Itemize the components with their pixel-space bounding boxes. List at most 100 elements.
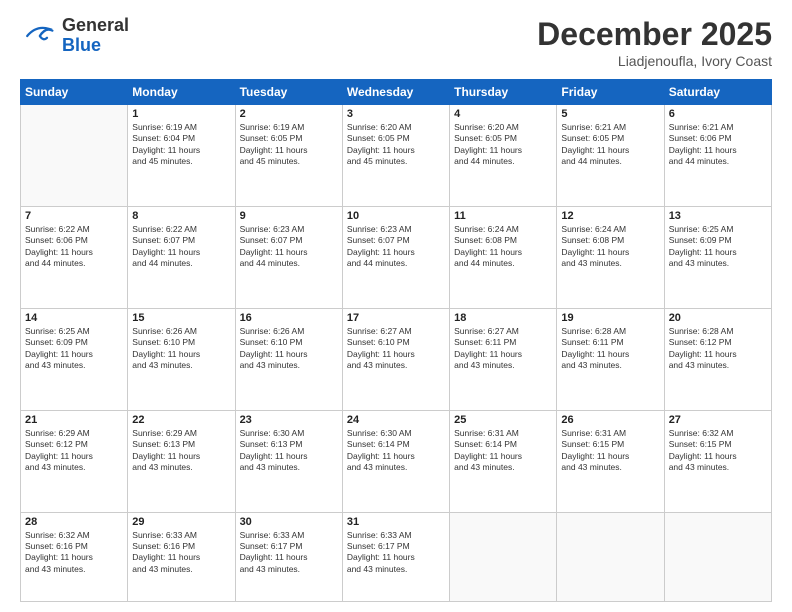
day-info: Sunrise: 6:27 AMSunset: 6:11 PMDaylight:… — [454, 326, 552, 372]
calendar-cell: 13 Sunrise: 6:25 AMSunset: 6:09 PMDayligh… — [664, 206, 771, 308]
day-number: 19 — [561, 312, 659, 324]
day-number: 22 — [132, 414, 230, 426]
day-info: Sunrise: 6:33 AMSunset: 6:17 PMDaylight:… — [347, 530, 445, 576]
calendar-cell: 5 Sunrise: 6:21 AMSunset: 6:05 PMDaylight… — [557, 105, 664, 207]
day-info: Sunrise: 6:28 AMSunset: 6:12 PMDaylight:… — [669, 326, 767, 372]
day-number: 5 — [561, 108, 659, 120]
calendar-cell: 30 Sunrise: 6:33 AMSunset: 6:17 PMDayligh… — [235, 512, 342, 602]
day-number: 17 — [347, 312, 445, 324]
calendar-cell — [450, 512, 557, 602]
day-header-saturday: Saturday — [664, 80, 771, 105]
day-info: Sunrise: 6:31 AMSunset: 6:14 PMDaylight:… — [454, 428, 552, 474]
day-number: 7 — [25, 210, 123, 222]
subtitle: Liadjenoufla, Ivory Coast — [537, 53, 772, 69]
day-info: Sunrise: 6:24 AMSunset: 6:08 PMDaylight:… — [454, 224, 552, 270]
day-number: 2 — [240, 108, 338, 120]
header: General Blue December 2025 Liadjenoufla,… — [20, 16, 772, 69]
calendar-cell: 1 Sunrise: 6:19 AMSunset: 6:04 PMDaylight… — [128, 105, 235, 207]
day-number: 20 — [669, 312, 767, 324]
calendar-cell: 9 Sunrise: 6:23 AMSunset: 6:07 PMDaylight… — [235, 206, 342, 308]
day-header-tuesday: Tuesday — [235, 80, 342, 105]
day-number: 25 — [454, 414, 552, 426]
calendar-cell: 25 Sunrise: 6:31 AMSunset: 6:14 PMDayligh… — [450, 410, 557, 512]
day-number: 23 — [240, 414, 338, 426]
day-info: Sunrise: 6:20 AMSunset: 6:05 PMDaylight:… — [347, 122, 445, 168]
logo-icon — [20, 18, 56, 54]
logo-general: General — [62, 16, 129, 36]
day-info: Sunrise: 6:21 AMSunset: 6:05 PMDaylight:… — [561, 122, 659, 168]
day-number: 31 — [347, 516, 445, 528]
day-info: Sunrise: 6:19 AMSunset: 6:05 PMDaylight:… — [240, 122, 338, 168]
calendar-cell: 20 Sunrise: 6:28 AMSunset: 6:12 PMDayligh… — [664, 308, 771, 410]
day-info: Sunrise: 6:33 AMSunset: 6:17 PMDaylight:… — [240, 530, 338, 576]
day-info: Sunrise: 6:26 AMSunset: 6:10 PMDaylight:… — [132, 326, 230, 372]
day-number: 18 — [454, 312, 552, 324]
calendar-cell: 28Sunrise: 6:32 AMSunset: 6:16 PMDayligh… — [21, 512, 128, 602]
day-info: Sunrise: 6:33 AMSunset: 6:16 PMDaylight:… — [132, 530, 230, 576]
day-number: 30 — [240, 516, 338, 528]
calendar-cell: 17 Sunrise: 6:27 AMSunset: 6:10 PMDayligh… — [342, 308, 449, 410]
day-number: 26 — [561, 414, 659, 426]
day-info: Sunrise: 6:27 AMSunset: 6:10 PMDaylight:… — [347, 326, 445, 372]
day-header-thursday: Thursday — [450, 80, 557, 105]
day-number: 11 — [454, 210, 552, 222]
week-row-1: 7 Sunrise: 6:22 AMSunset: 6:06 PMDaylight… — [21, 206, 772, 308]
day-info: Sunrise: 6:22 AMSunset: 6:06 PMDaylight:… — [25, 224, 123, 270]
logo-text: General Blue — [62, 16, 129, 56]
calendar-cell: 22 Sunrise: 6:29 AMSunset: 6:13 PMDayligh… — [128, 410, 235, 512]
calendar-cell: 15 Sunrise: 6:26 AMSunset: 6:10 PMDayligh… — [128, 308, 235, 410]
day-number: 1 — [132, 108, 230, 120]
day-info: Sunrise: 6:32 AMSunset: 6:15 PMDaylight:… — [669, 428, 767, 474]
day-number: 6 — [669, 108, 767, 120]
calendar-header-row: SundayMondayTuesdayWednesdayThursdayFrid… — [21, 80, 772, 105]
day-info: Sunrise: 6:30 AMSunset: 6:14 PMDaylight:… — [347, 428, 445, 474]
day-header-sunday: Sunday — [21, 80, 128, 105]
day-number: 10 — [347, 210, 445, 222]
day-number: 15 — [132, 312, 230, 324]
logo: General Blue — [20, 16, 129, 56]
calendar-cell: 7 Sunrise: 6:22 AMSunset: 6:06 PMDaylight… — [21, 206, 128, 308]
calendar-cell: 11 Sunrise: 6:24 AMSunset: 6:08 PMDayligh… — [450, 206, 557, 308]
day-header-monday: Monday — [128, 80, 235, 105]
calendar-cell — [557, 512, 664, 602]
day-info: Sunrise: 6:24 AMSunset: 6:08 PMDaylight:… — [561, 224, 659, 270]
month-title: December 2025 — [537, 16, 772, 53]
calendar-cell: 26 Sunrise: 6:31 AMSunset: 6:15 PMDayligh… — [557, 410, 664, 512]
calendar-cell: 27 Sunrise: 6:32 AMSunset: 6:15 PMDayligh… — [664, 410, 771, 512]
calendar-cell: 16 Sunrise: 6:26 AMSunset: 6:10 PMDayligh… — [235, 308, 342, 410]
calendar-cell: 10Sunrise: 6:23 AMSunset: 6:07 PMDayligh… — [342, 206, 449, 308]
calendar-cell: 8Sunrise: 6:22 AMSunset: 6:07 PMDaylight… — [128, 206, 235, 308]
day-number: 13 — [669, 210, 767, 222]
week-row-4: 28Sunrise: 6:32 AMSunset: 6:16 PMDayligh… — [21, 512, 772, 602]
calendar-cell — [21, 105, 128, 207]
day-number: 8 — [132, 210, 230, 222]
page: General Blue December 2025 Liadjenoufla,… — [0, 0, 792, 612]
calendar-cell: 31 Sunrise: 6:33 AMSunset: 6:17 PMDayligh… — [342, 512, 449, 602]
calendar-cell: 4 Sunrise: 6:20 AMSunset: 6:05 PMDaylight… — [450, 105, 557, 207]
week-row-3: 21 Sunrise: 6:29 AMSunset: 6:12 PMDayligh… — [21, 410, 772, 512]
calendar-cell: 2 Sunrise: 6:19 AMSunset: 6:05 PMDaylight… — [235, 105, 342, 207]
calendar-cell: 19Sunrise: 6:28 AMSunset: 6:11 PMDayligh… — [557, 308, 664, 410]
day-info: Sunrise: 6:26 AMSunset: 6:10 PMDaylight:… — [240, 326, 338, 372]
day-info: Sunrise: 6:29 AMSunset: 6:12 PMDaylight:… — [25, 428, 123, 474]
day-number: 16 — [240, 312, 338, 324]
day-info: Sunrise: 6:30 AMSunset: 6:13 PMDaylight:… — [240, 428, 338, 474]
calendar-cell: 6Sunrise: 6:21 AMSunset: 6:06 PMDaylight… — [664, 105, 771, 207]
day-info: Sunrise: 6:25 AMSunset: 6:09 PMDaylight:… — [669, 224, 767, 270]
day-info: Sunrise: 6:31 AMSunset: 6:15 PMDaylight:… — [561, 428, 659, 474]
day-number: 14 — [25, 312, 123, 324]
day-info: Sunrise: 6:32 AMSunset: 6:16 PMDaylight:… — [25, 530, 123, 576]
day-number: 27 — [669, 414, 767, 426]
day-info: Sunrise: 6:20 AMSunset: 6:05 PMDaylight:… — [454, 122, 552, 168]
calendar-cell: 24Sunrise: 6:30 AMSunset: 6:14 PMDayligh… — [342, 410, 449, 512]
day-number: 3 — [347, 108, 445, 120]
calendar: SundayMondayTuesdayWednesdayThursdayFrid… — [20, 79, 772, 602]
day-info: Sunrise: 6:23 AMSunset: 6:07 PMDaylight:… — [240, 224, 338, 270]
day-number: 29 — [132, 516, 230, 528]
day-number: 4 — [454, 108, 552, 120]
day-info: Sunrise: 6:19 AMSunset: 6:04 PMDaylight:… — [132, 122, 230, 168]
day-info: Sunrise: 6:29 AMSunset: 6:13 PMDaylight:… — [132, 428, 230, 474]
week-row-2: 14Sunrise: 6:25 AMSunset: 6:09 PMDayligh… — [21, 308, 772, 410]
day-number: 21 — [25, 414, 123, 426]
day-number: 9 — [240, 210, 338, 222]
